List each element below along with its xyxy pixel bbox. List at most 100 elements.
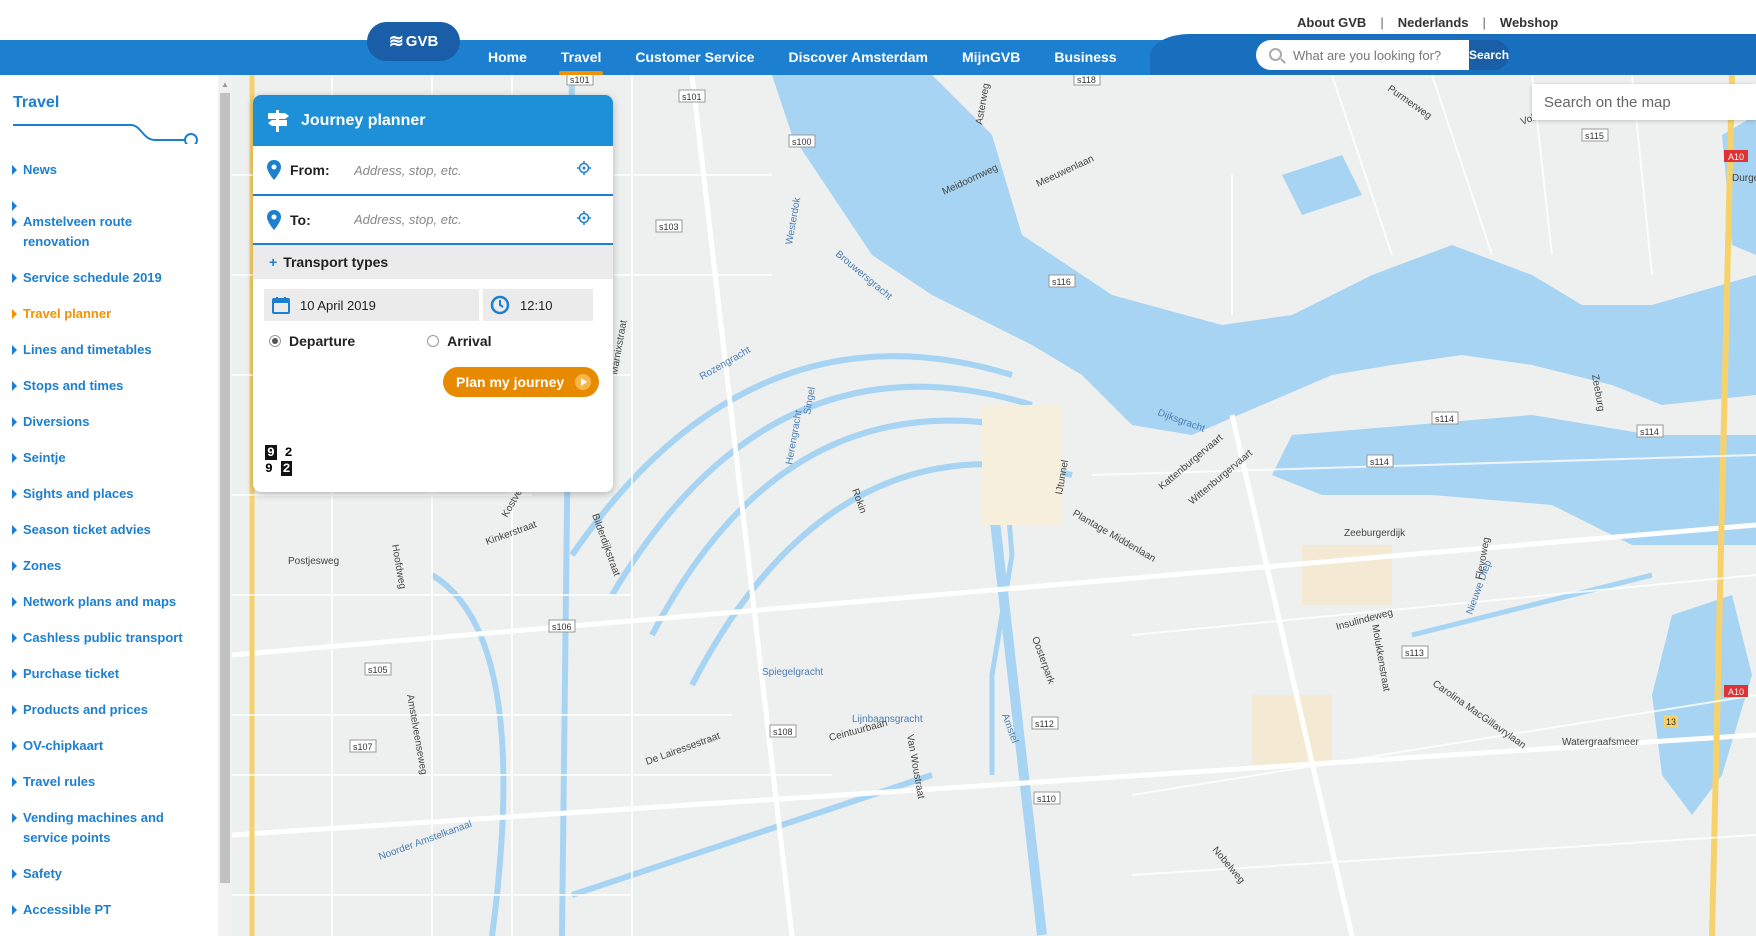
- road-label-s114: s114: [1370, 457, 1389, 467]
- journey-planner-title: Journey planner: [301, 111, 426, 129]
- street-label-dijksgracht: Dijksgracht: [1156, 407, 1206, 434]
- caret-right-icon: [12, 869, 17, 879]
- road-label-s112: s112: [1035, 719, 1054, 729]
- road-label-s107: s107: [353, 742, 373, 752]
- current-location-icon[interactable]: [577, 211, 591, 225]
- street-label-brouwersgracht: Brouwersgracht: [833, 249, 894, 303]
- sidebar-item-travel-planner[interactable]: Travel planner: [12, 304, 111, 324]
- nav-travel[interactable]: Travel: [558, 40, 604, 75]
- to-label: To:: [290, 211, 311, 228]
- sidebar-item-label: Lines and timetables: [23, 342, 152, 357]
- plan-journey-button[interactable]: Plan my journey: [443, 367, 599, 397]
- scrollbar-thumb[interactable]: [220, 93, 230, 883]
- to-input[interactable]: [354, 212, 554, 227]
- street-label-rozengracht: Rozengracht: [698, 345, 753, 383]
- caret-right-icon: [12, 813, 17, 823]
- road-label-s114-b: s114: [1435, 414, 1454, 424]
- sidebar-item-network-plans[interactable]: Network plans and maps: [12, 592, 176, 612]
- journey-planner-panel: Journey planner From: To: + Transport ty…: [253, 95, 613, 492]
- sidebar-scrollbar[interactable]: ▲: [218, 75, 232, 936]
- location-pin-icon: [267, 160, 281, 180]
- sidebar-item-diversions[interactable]: Diversions: [12, 412, 89, 432]
- caret-right-icon: [12, 381, 17, 391]
- logo-digit: 2: [280, 461, 293, 476]
- sidebar-item-purchase-ticket[interactable]: Purchase ticket: [12, 664, 119, 684]
- sidebar-item-lines-timetables[interactable]: Lines and timetables: [12, 340, 152, 360]
- calendar-icon: [272, 297, 290, 314]
- departure-radio[interactable]: [269, 335, 281, 347]
- 9292-logo[interactable]: 9 2 9 2: [265, 445, 293, 477]
- nav-customer-service[interactable]: Customer Service: [635, 40, 754, 75]
- nav-mijngvb[interactable]: MijnGVB: [962, 40, 1020, 75]
- webshop-link[interactable]: Webshop: [1500, 15, 1558, 30]
- street-label-amstel: Amstel: [999, 712, 1020, 744]
- sidebar-item-accessible-pt[interactable]: Accessible PT: [12, 900, 111, 920]
- time-field[interactable]: 12:10: [483, 289, 593, 321]
- street-label-oosterpark: Oosterpark: [1029, 635, 1057, 686]
- caret-right-icon: [12, 561, 17, 571]
- road-label-a10-b: A10: [1728, 687, 1744, 697]
- sidebar-item-label: Travel planner: [23, 306, 112, 321]
- logo-digit: 9: [265, 461, 273, 476]
- sidebar-item-label: Stops and times: [23, 378, 124, 393]
- gvb-logo[interactable]: ≋ GVB: [367, 22, 460, 61]
- nav-business[interactable]: Business: [1054, 40, 1116, 75]
- nederlands-link[interactable]: Nederlands: [1398, 15, 1469, 30]
- nav-discover-amsterdam[interactable]: Discover Amsterdam: [788, 40, 928, 75]
- arrival-radio[interactable]: [427, 335, 440, 347]
- logo-text: GVB: [405, 33, 439, 50]
- caret-right-icon: [12, 273, 17, 283]
- sidebar-item-zones[interactable]: Zones: [12, 556, 61, 576]
- departure-label: Departure: [289, 333, 356, 349]
- transport-types-toggle[interactable]: + Transport types: [253, 245, 613, 279]
- signpost-icon: [268, 109, 289, 132]
- main-menu: Home Travel Customer Service Discover Am…: [488, 40, 1151, 75]
- site-search-input[interactable]: [1256, 40, 1469, 70]
- street-label-spiegelgracht: Spiegelgracht: [762, 667, 823, 678]
- sidebar-item-amstelveen-route[interactable]: Amstelveen route renovation: [12, 212, 202, 252]
- sidebar-item-seintje[interactable]: Seintje: [12, 448, 66, 468]
- caret-right-icon: [12, 633, 17, 643]
- date-field[interactable]: 10 April 2019: [264, 289, 479, 321]
- street-label-noorder-amstelkanaal: Noorder Amstelkanaal: [377, 819, 473, 863]
- sidebar-item-season-ticket[interactable]: Season ticket advies: [12, 520, 151, 540]
- sidebar-item-news[interactable]: News: [12, 160, 57, 180]
- sidebar-item-safety[interactable]: Safety: [12, 864, 62, 884]
- road-label-s118: s118: [1077, 75, 1096, 85]
- sidebar-item-cashless[interactable]: Cashless public transport: [12, 628, 183, 648]
- sidebar-title-line: [13, 124, 198, 144]
- street-label-amstelveenseweg: Amstelveenseweg: [404, 694, 429, 776]
- street-label-bilderdijkstraat: Bilderdijkstraat: [589, 512, 622, 578]
- scroll-up-icon[interactable]: ▲: [221, 80, 229, 89]
- date-time-row: 10 April 2019 12:10: [253, 279, 613, 321]
- road-label-s103: s103: [659, 222, 679, 232]
- search-icon: [1269, 48, 1282, 61]
- road-label-s105: s105: [368, 665, 388, 675]
- sidebar-item-label: Purchase ticket: [23, 666, 120, 681]
- sidebar-item-label: Amstelveen route renovation: [23, 214, 133, 249]
- road-label-s100: s100: [792, 137, 812, 147]
- sidebar-item-vending-machines[interactable]: Vending machines and service points: [12, 808, 202, 848]
- street-label-herengracht: Herengracht: [784, 409, 804, 465]
- street-label-singel: Singel: [802, 386, 818, 415]
- street-label-rokin: Rokin: [849, 487, 868, 515]
- site-search-button[interactable]: Search: [1469, 40, 1510, 70]
- road-label-s116: s116: [1052, 277, 1071, 287]
- sidebar-item-travel-rules[interactable]: Travel rules: [12, 772, 95, 792]
- sidebar-item-label: Cashless public transport: [23, 630, 183, 645]
- map-search-input[interactable]: [1532, 84, 1756, 120]
- from-input[interactable]: [354, 162, 554, 178]
- sidebar-item-label: Sights and places: [23, 486, 134, 501]
- sidebar-item-ov-chipkaart[interactable]: OV-chipkaart: [12, 736, 103, 756]
- sidebar-item-sights-places[interactable]: Sights and places: [12, 484, 134, 504]
- street-label-hoofdweg: Hoofdweg: [389, 544, 408, 590]
- sidebar-item-service-schedule[interactable]: Service schedule 2019: [12, 268, 162, 288]
- sidebar-item-empty[interactable]: [12, 196, 23, 211]
- street-label-plantage-middenlaan: Plantage Middenlaan: [1071, 508, 1158, 565]
- about-gvb-link[interactable]: About GVB: [1297, 15, 1366, 30]
- current-location-icon[interactable]: [577, 161, 591, 175]
- nav-home[interactable]: Home: [488, 40, 527, 75]
- sidebar-item-label: Travel rules: [23, 774, 96, 789]
- sidebar-item-products-prices[interactable]: Products and prices: [12, 700, 148, 720]
- sidebar-item-stops-times[interactable]: Stops and times: [12, 376, 123, 396]
